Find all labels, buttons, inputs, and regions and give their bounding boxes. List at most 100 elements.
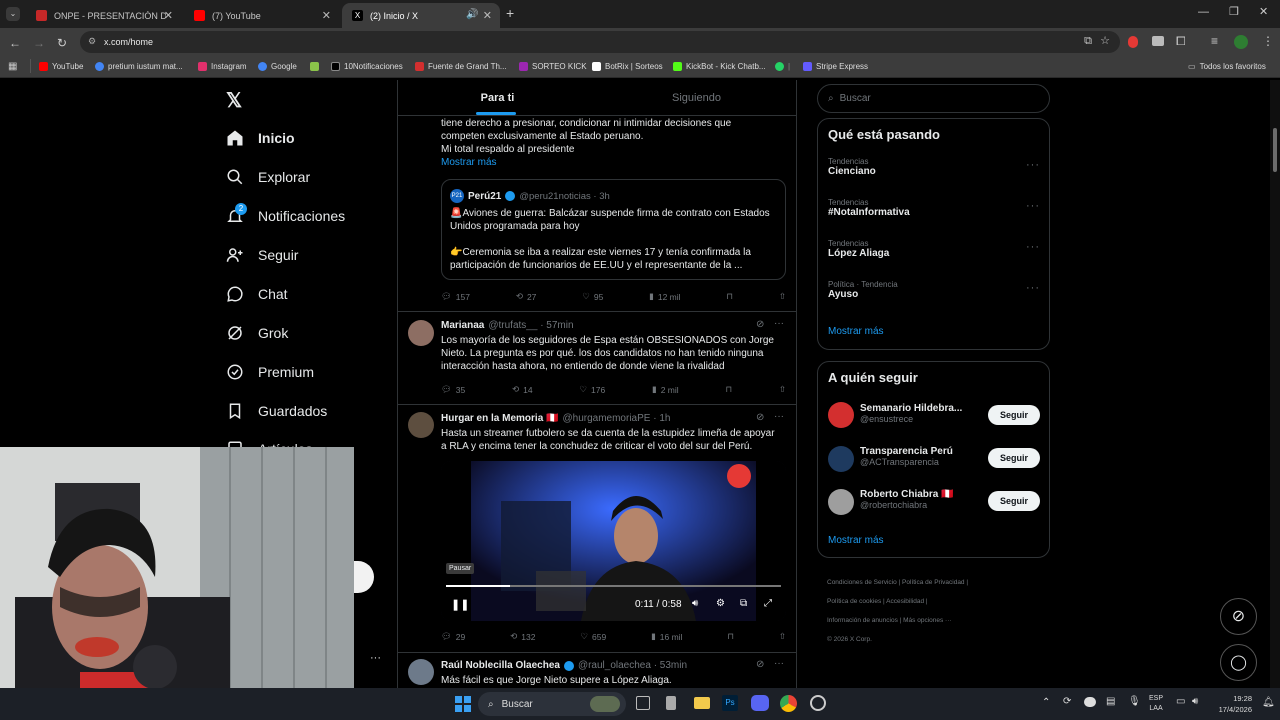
extension-icon[interactable]	[1152, 36, 1164, 46]
more-icon[interactable]: ···	[774, 411, 784, 422]
install-icon[interactable]: ⧉	[1084, 35, 1092, 48]
bookmark-botrix[interactable]: BotRix | Sorteos	[592, 62, 663, 71]
sidebar-item-chat[interactable]: Chat	[226, 285, 288, 303]
more-icon[interactable]: ···	[774, 318, 784, 329]
sidebar-item-inicio[interactable]: Inicio	[226, 129, 295, 147]
settings-icon[interactable]: ⚙	[716, 598, 725, 609]
extensions-puzzle-icon[interactable]: ⧠	[1176, 34, 1186, 49]
avatar[interactable]	[828, 402, 854, 428]
like-button[interactable]: ♡ 176	[579, 384, 605, 395]
avatar[interactable]	[828, 446, 854, 472]
volume-icon[interactable]: 🔊︎	[692, 598, 698, 609]
network-icon[interactable]: ▭	[1176, 696, 1185, 707]
close-tab-icon[interactable]: ✕	[322, 9, 331, 22]
follow-button[interactable]: Seguir	[988, 448, 1040, 468]
show-more-link[interactable]: Mostrar más	[828, 535, 884, 546]
taskbar-search[interactable]: ⌕ Buscar	[478, 692, 626, 716]
more-options-icon[interactable]: ···	[370, 652, 381, 664]
app-icon[interactable]	[810, 695, 826, 711]
forward-icon[interactable]: →	[33, 36, 45, 50]
video-player[interactable]: Pausar ❚❚ 0:11 / 0:58 🔊︎ ⚙ ⧉ ⤢	[441, 461, 786, 621]
sidebar-item-notificaciones[interactable]: 2 Notificaciones	[226, 203, 345, 225]
file-explorer-icon[interactable]	[694, 697, 710, 709]
more-icon[interactable]: ···	[1026, 282, 1040, 294]
footer-link[interactable]: Accesibilidad	[886, 598, 924, 605]
grok-icon[interactable]: ⊘	[756, 659, 764, 670]
footer-link[interactable]: Política de Privacidad	[902, 579, 965, 586]
maximize-icon[interactable]: ❐	[1229, 5, 1239, 18]
follow-suggestion[interactable]: Roberto Chiabra 🇵🇪 @robertochiabra	[860, 489, 954, 510]
sidebar-item-premium[interactable]: Premium	[226, 363, 314, 381]
bookmark-button[interactable]: ⊓	[725, 384, 732, 395]
volume-icon[interactable]: 🔊︎	[1192, 696, 1198, 707]
bookmark-button[interactable]: ⊓	[726, 291, 733, 302]
x-logo-icon[interactable]: 𝕏	[226, 88, 242, 113]
trend-item[interactable]: Política · Tendencia Ayuso	[828, 280, 898, 300]
close-window-icon[interactable]: ✕	[1259, 5, 1268, 18]
bookmark-kickbot[interactable]: KickBot - Kick Chatb...	[673, 62, 766, 71]
quoted-tweet[interactable]: P21 Perú21 @peru21noticias · 3h 🚨Aviones…	[441, 179, 786, 280]
avatar[interactable]	[408, 412, 434, 438]
more-icon[interactable]: ···	[774, 658, 784, 669]
photoshop-icon[interactable]: Ps	[722, 695, 738, 711]
profile-avatar[interactable]	[1234, 35, 1248, 49]
share-button[interactable]: ⇧	[779, 291, 786, 302]
avatar[interactable]	[408, 659, 434, 685]
bookmark-pretium[interactable]: pretium iustum mat...	[95, 62, 183, 71]
bookmark-10notificaciones[interactable]: 10Notificaciones	[331, 62, 403, 71]
like-button[interactable]: ♡ 659	[580, 631, 606, 642]
more-icon[interactable]: ···	[1026, 200, 1040, 212]
trend-item[interactable]: Tendencias López Aliaga	[828, 239, 889, 259]
extension-icon[interactable]	[1128, 36, 1138, 48]
views-button[interactable]: ▮ 12 mil	[649, 291, 680, 302]
show-hidden-icons[interactable]: ⌃	[1042, 697, 1050, 708]
more-icon[interactable]: ···	[1026, 159, 1040, 171]
bookmark-star[interactable]	[310, 62, 319, 71]
tray-icon[interactable]: ⟳	[1063, 696, 1071, 707]
views-button[interactable]: ▮ 16 mil	[651, 631, 682, 642]
cloud-icon[interactable]	[1084, 697, 1096, 707]
language-indicator[interactable]: ESP LAA	[1149, 694, 1163, 714]
reply-button[interactable]: 💬︎ 35	[441, 384, 465, 395]
footer-link[interactable]: Condiciones de Servicio	[827, 579, 897, 586]
back-icon[interactable]: ←	[9, 36, 21, 50]
search-input[interactable]: ⌕ Buscar	[817, 84, 1050, 113]
trend-item[interactable]: Tendencias Cienciano	[828, 157, 876, 177]
avatar[interactable]	[828, 489, 854, 515]
share-button[interactable]: ⇧	[779, 631, 786, 642]
sidebar-item-guardados[interactable]: Guardados	[226, 402, 327, 420]
show-more-link[interactable]: Mostrar más	[828, 326, 884, 337]
bookmark-button[interactable]: ⊓	[727, 631, 734, 642]
author-name[interactable]: Hurgar en la Memoria 🇵🇪	[441, 413, 558, 424]
url-field[interactable]: ⚙ x.com/home ⧉ ☆	[80, 31, 1120, 53]
tab-search-icon[interactable]: ⌄	[6, 7, 20, 21]
bookmark-stripe[interactable]: Stripe Express	[803, 62, 868, 71]
reload-icon[interactable]: ↻	[57, 36, 67, 50]
close-tab-icon[interactable]: ✕	[483, 9, 492, 22]
sidebar-item-explorar[interactable]: Explorar	[226, 168, 310, 186]
app-icon[interactable]	[666, 696, 676, 710]
footer-link[interactable]: Más opciones ···	[903, 617, 951, 624]
video-progress-bar[interactable]	[446, 585, 781, 587]
pause-button[interactable]: ❚❚	[451, 598, 469, 611]
speaker-icon[interactable]: 🔊	[466, 9, 478, 20]
repost-button[interactable]: ⟲ 27	[516, 291, 537, 302]
like-button[interactable]: ♡ 95	[582, 291, 603, 302]
more-icon[interactable]: ···	[1026, 241, 1040, 253]
bookmark-sorteo-kick[interactable]: SORTEO KICK	[519, 62, 587, 71]
sidebar-item-seguir[interactable]: Seguir	[226, 246, 298, 264]
site-info-icon[interactable]: ⚙	[88, 36, 96, 47]
bookmark-google[interactable]: Google	[258, 62, 297, 71]
page-scrollbar[interactable]	[1270, 80, 1280, 688]
notifications-icon[interactable]: 🔔︎	[1262, 697, 1275, 708]
grok-icon[interactable]: ⊘	[756, 319, 764, 330]
footer-link[interactable]: Política de cookies	[827, 598, 881, 605]
tab-para-ti[interactable]: Para ti	[398, 80, 597, 115]
avatar[interactable]	[408, 320, 434, 346]
menu-kebab-icon[interactable]: ⋮	[1262, 34, 1274, 48]
close-tab-icon[interactable]: ✕	[164, 9, 173, 22]
follow-suggestion[interactable]: Transparencia Perú @ACTransparencia	[860, 446, 953, 467]
all-bookmarks[interactable]: ▭ Todos los favoritos	[1188, 62, 1266, 71]
repost-button[interactable]: ⟲ 14	[512, 384, 533, 395]
author-name[interactable]: Raúl Noblecilla Olaechea	[441, 660, 560, 671]
